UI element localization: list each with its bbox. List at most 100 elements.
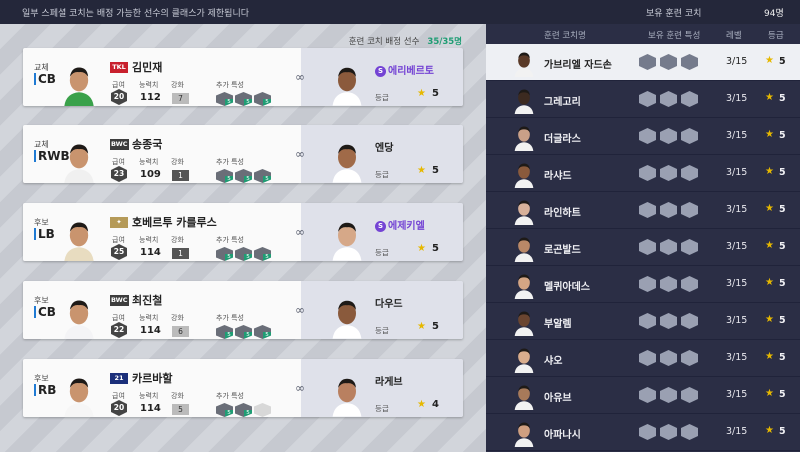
trait-icon <box>660 128 677 144</box>
coach-slot[interactable]: 라게브 등급 ★ 4 <box>301 359 463 417</box>
header-icon: 5 <box>235 92 252 106</box>
coach-avatar <box>512 308 536 336</box>
coach-row-name: 가브리엘 자드손 <box>544 60 612 71</box>
special-coach-icon: S <box>375 221 386 232</box>
coach-row[interactable]: 로곤발드 3/15 ★ 5 <box>486 229 800 266</box>
coach-row-grade: 5 <box>779 130 786 141</box>
player-photo <box>57 217 101 261</box>
coach-row[interactable]: 그레고리 3/15 ★ 5 <box>486 81 800 118</box>
player-position: CB <box>34 73 56 85</box>
coach-avatar <box>512 345 536 373</box>
player-traits: 555 <box>216 324 273 343</box>
player-section[interactable]: 교체 CB TKL 김민재 급여 능력치 강화 추가 특성 20 112 7 5 5 5 <box>23 48 301 106</box>
link-icon[interactable]: ∞ <box>291 70 309 84</box>
coach-row[interactable]: 더글라스 3/15 ★ 5 <box>486 118 800 155</box>
player-photo <box>57 62 101 106</box>
assignment-card[interactable]: 교체 RWB BWC 송종국 급여 능력치 강화 추가 특성 23 109 1 5 5 5 엔당 등급 ★ 5 ∞ <box>23 125 463 183</box>
coach-level: 3/15 <box>726 352 748 363</box>
player-name: 김민재 <box>132 61 163 74</box>
coach-avatar <box>512 160 536 188</box>
traits-label: 추가 특성 <box>216 236 244 244</box>
trait-icon <box>681 387 698 403</box>
season-badge-icon: BWC <box>110 295 129 306</box>
salary-label: 급여 <box>112 236 125 244</box>
star-icon: ★ <box>765 166 774 177</box>
coach-name: 다우드 <box>375 299 403 310</box>
player-name: 호베르투 카를루스 <box>132 216 217 229</box>
link-icon[interactable]: ∞ <box>291 303 309 317</box>
player-position: LB <box>34 228 55 240</box>
coach-grade: 5 <box>432 88 439 99</box>
notice-text: 일부 스페셜 코치는 배정 가능한 선수의 클래스가 제한됩니다 <box>22 9 250 19</box>
ability-value: 114 <box>140 325 161 336</box>
coach-trait-icons <box>639 387 702 407</box>
assignment-card[interactable]: 교체 CB TKL 김민재 급여 능력치 강화 추가 특성 20 112 7 5 5 5 S 에리베르토 등급 ★… <box>23 48 463 106</box>
assignment-card[interactable]: 후보 LB ✦ 호베르투 카를루스 급여 능력치 강화 추가 특성 25 114 1 5 5 5 S 에제키엘… <box>23 203 463 261</box>
trait-icon <box>639 165 656 181</box>
player-traits: 55 <box>216 402 273 421</box>
coach-row[interactable]: 라샤드 3/15 ★ 5 <box>486 155 800 192</box>
coach-row[interactable]: 멜퀴아데스 3/15 ★ 5 <box>486 266 800 303</box>
trait-icon <box>639 313 656 329</box>
star-icon: ★ <box>765 240 774 251</box>
coach-slot[interactable]: S 에제키엘 등급 ★ 5 <box>301 203 463 261</box>
coach-row-name: 아파나시 <box>544 430 581 441</box>
ability-value: 112 <box>140 92 161 103</box>
ability-label: 능력치 <box>139 392 159 400</box>
coach-avatar <box>512 86 536 114</box>
coach-level: 3/15 <box>726 204 748 215</box>
trait-icon <box>639 54 656 70</box>
coach-name: 엔당 <box>375 143 394 154</box>
coach-avatar <box>512 123 536 151</box>
coach-row-grade: 5 <box>779 204 786 215</box>
coach-row[interactable]: 가브리엘 자드손 3/15 ★ 5 <box>486 44 800 81</box>
player-section[interactable]: 교체 RWB BWC 송종국 급여 능력치 강화 추가 특성 23 109 1 5 5 5 <box>23 125 301 183</box>
ability-label: 능력치 <box>139 81 159 89</box>
coach-row[interactable]: 아파나시 3/15 ★ 5 <box>486 414 800 451</box>
assignment-card[interactable]: 후보 RB 21 카르바할 급여 능력치 강화 추가 특성 20 114 5 5 5 라게브 등급 ★ 4 ∞ <box>23 359 463 417</box>
coach-photo <box>329 217 365 261</box>
coach-row-grade: 5 <box>779 315 786 326</box>
player-section[interactable]: 후보 RB 21 카르바할 급여 능력치 강화 추가 특성 20 114 5 5 5 <box>23 359 301 417</box>
coach-row[interactable]: 부알렘 3/15 ★ 5 <box>486 303 800 340</box>
player-section[interactable]: 후보 CB BWC 최진철 급여 능력치 강화 추가 특성 22 114 6 5 5 5 <box>23 281 301 339</box>
coach-photo <box>329 373 365 417</box>
salary-value: 25 <box>111 244 127 260</box>
coach-slot[interactable]: 다우드 등급 ★ 5 <box>301 281 463 339</box>
coach-row[interactable]: 아유브 3/15 ★ 5 <box>486 377 800 414</box>
link-icon[interactable]: ∞ <box>291 147 309 161</box>
coach-name: S 에리베르토 <box>375 62 434 77</box>
coach-row[interactable]: 샤오 3/15 ★ 5 <box>486 340 800 377</box>
trait-icon <box>681 313 698 329</box>
coach-avatar <box>512 49 536 77</box>
coach-row-grade: 5 <box>779 389 786 400</box>
assignment-card[interactable]: 후보 CB BWC 최진철 급여 능력치 강화 추가 특성 22 114 6 5 5 5 다우드 등급 ★ 5 ∞ <box>23 281 463 339</box>
col-coach-name: 훈련 코치명 <box>544 31 586 41</box>
empty-slot-icon[interactable] <box>254 403 271 417</box>
coach-avatar <box>512 271 536 299</box>
trait-icon <box>639 91 656 107</box>
coach-row[interactable]: 라인하트 3/15 ★ 5 <box>486 192 800 229</box>
coach-row-grade: 5 <box>779 56 786 67</box>
player-section[interactable]: 후보 LB ✦ 호베르투 카를루스 급여 능력치 강화 추가 특성 25 114 1 5 5 5 <box>23 203 301 261</box>
coach-slot[interactable]: 엔당 등급 ★ 5 <box>301 125 463 183</box>
traits-label: 추가 특성 <box>216 81 244 89</box>
tactics-icon: 5 <box>216 92 233 106</box>
season-badge-icon: 21 <box>110 373 128 384</box>
coach-trait-icons <box>639 276 702 296</box>
player-name: 카르바할 <box>132 372 173 385</box>
link-icon[interactable]: ∞ <box>291 381 309 395</box>
grade-label: 등급 <box>375 326 389 335</box>
grade-label: 등급 <box>375 404 389 413</box>
link-icon[interactable]: ∞ <box>291 225 309 239</box>
tactics-icon: 5 <box>235 247 252 261</box>
coach-row-name: 라샤드 <box>544 171 572 182</box>
coach-row-grade: 5 <box>779 426 786 437</box>
coach-grade: 5 <box>432 321 439 332</box>
coach-avatar <box>512 197 536 225</box>
trait-icon <box>660 91 677 107</box>
star-icon: ★ <box>765 129 774 140</box>
player-traits: 555 <box>216 168 273 187</box>
player-position: CB <box>34 306 56 318</box>
coach-slot[interactable]: S 에리베르토 등급 ★ 5 <box>301 48 463 106</box>
